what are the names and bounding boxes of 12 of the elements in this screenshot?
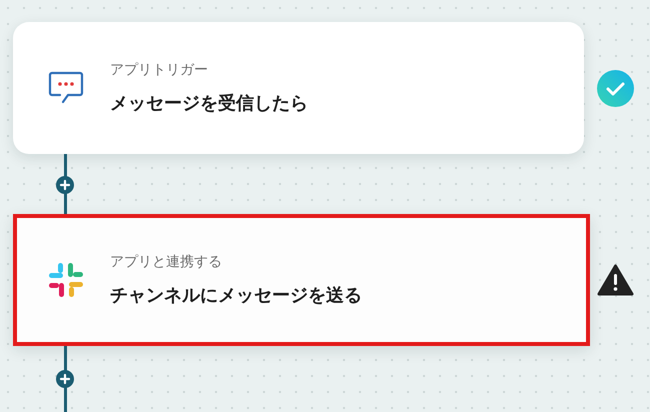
step-card[interactable]: アプリトリガー メッセージを受信したら: [13, 22, 584, 154]
step-title: メッセージを受信したら: [110, 92, 308, 115]
add-step-button[interactable]: [56, 370, 74, 388]
step-title: チャンネルにメッセージを送る: [110, 284, 362, 307]
check-icon: [597, 70, 634, 106]
warning-icon: [597, 264, 634, 296]
chat-bubble-icon: [48, 71, 84, 105]
hash-logo-icon: [49, 263, 83, 297]
step-type-label: アプリトリガー: [110, 60, 209, 79]
step-type-label: アプリと連携する: [110, 252, 223, 271]
step-card[interactable]: アプリと連携する チャンネルにメッセージを送る: [13, 214, 590, 346]
add-step-button[interactable]: [56, 176, 74, 194]
